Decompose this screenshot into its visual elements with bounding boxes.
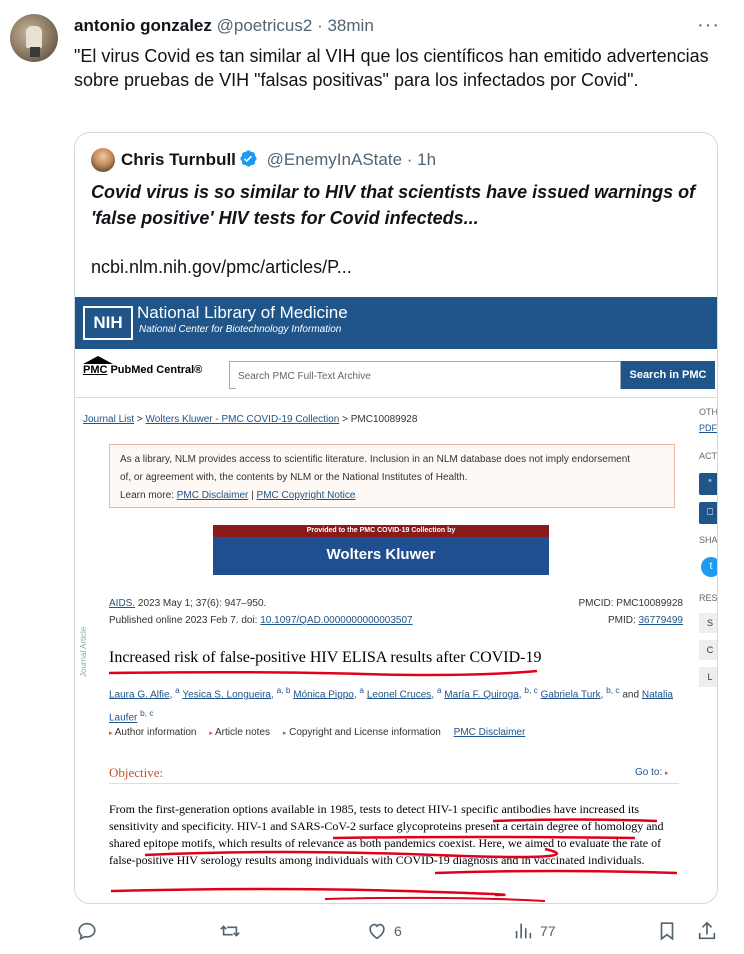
bookmark-button[interactable] (656, 916, 678, 946)
header-separator: · (317, 16, 323, 35)
nlm-disclaimer-notice: As a library, NLM provides access to sci… (109, 444, 675, 508)
more-options-icon[interactable]: ··· (697, 14, 720, 37)
tweet-header: antonio gonzalez @poetricus2 · 38min (74, 16, 374, 36)
retweet-icon (220, 925, 240, 937)
quote-text: Covid virus is so similar to HIV that sc… (91, 182, 696, 228)
attached-screenshot[interactable]: NIH National Library of Medicine Nationa… (75, 297, 717, 903)
quote-author-avatar (91, 148, 115, 172)
author-handle[interactable]: @poetricus2 (217, 16, 313, 35)
pmc-search-button: Search in PMC (621, 361, 715, 389)
nlm-title: National Library of Medicine (137, 303, 348, 322)
objective-heading: Objective: (109, 765, 164, 780)
nlm-header: NIH National Library of Medicine Nationa… (75, 297, 717, 349)
pmc-logo: PMC PubMed Central® (83, 356, 202, 376)
divider (75, 397, 717, 398)
pmc-roof-icon (83, 356, 113, 364)
article-tabs: ▸ Author information ▸ Article notes ▸ C… (109, 727, 526, 738)
wolters-kluwer-banner: Provided to the PMC COVID-19 Collection … (213, 525, 549, 575)
quote-link[interactable]: ncbi.nlm.nih.gov/pmc/articles/P... (91, 257, 352, 278)
verified-badge-icon (240, 150, 257, 167)
tweet-time[interactable]: 38min (327, 16, 373, 35)
goto-link: Go to: ▸ (635, 767, 669, 778)
reply-icon (78, 922, 96, 941)
like-button[interactable]: 6 (366, 916, 402, 946)
pmc-search-box (229, 361, 621, 389)
pmid: PMID: 36779499 (607, 615, 683, 626)
nih-logo: NIH (83, 306, 133, 340)
tweet-actions: 6 77 (0, 916, 744, 946)
article-title: Increased risk of false-positive HIV ELI… (109, 649, 542, 666)
bookmark-icon: ⎕ (699, 502, 717, 524)
nlm-subtitle: National Center for Biotechnology Inform… (139, 324, 342, 335)
author-list: Laura G. Alfie, a Yesica S. Longueira, a… (109, 685, 673, 724)
pmc-search-input (236, 363, 620, 389)
citation-line: AIDS. 2023 May 1; 37(6): 947–950. (109, 598, 267, 609)
quote-time: 1h (417, 150, 437, 169)
views-chart-icon (515, 923, 532, 939)
objective-divider (109, 783, 679, 784)
quote-separator: · (406, 150, 413, 169)
abstract-text: From the first-generation options availa… (109, 802, 664, 867)
reply-button[interactable] (76, 916, 104, 946)
quoted-tweet[interactable]: Chris Turnbull @EnemyInAState · 1h Covid… (74, 132, 718, 904)
twitter-share-icon: t (701, 557, 717, 577)
quote-header: Chris Turnbull @EnemyInAState · 1h (121, 149, 436, 170)
bookmark-icon (660, 922, 674, 941)
published-line: Published online 2023 Feb 7. doi: 10.109… (109, 615, 413, 626)
author-avatar[interactable] (10, 14, 58, 62)
share-icon (698, 921, 716, 940)
pmcid: PMCID: PMC10089928 (578, 598, 684, 609)
quote-author-name: Chris Turnbull (121, 150, 236, 169)
tweet-text: "El virus Covid es tan similar al VIH qu… (74, 46, 709, 90)
author-name[interactable]: antonio gonzalez (74, 16, 212, 35)
retweet-button[interactable] (219, 916, 247, 946)
heart-icon (369, 923, 385, 940)
journal-article-label: Journal Article (79, 626, 88, 677)
views-button[interactable]: 77 (512, 916, 556, 946)
breadcrumb: Journal List > Wolters Kluwer - PMC COVI… (83, 414, 418, 425)
share-button[interactable] (696, 916, 718, 946)
quote-author-handle: @EnemyInAState (266, 150, 403, 169)
cite-icon: “ (699, 473, 717, 495)
